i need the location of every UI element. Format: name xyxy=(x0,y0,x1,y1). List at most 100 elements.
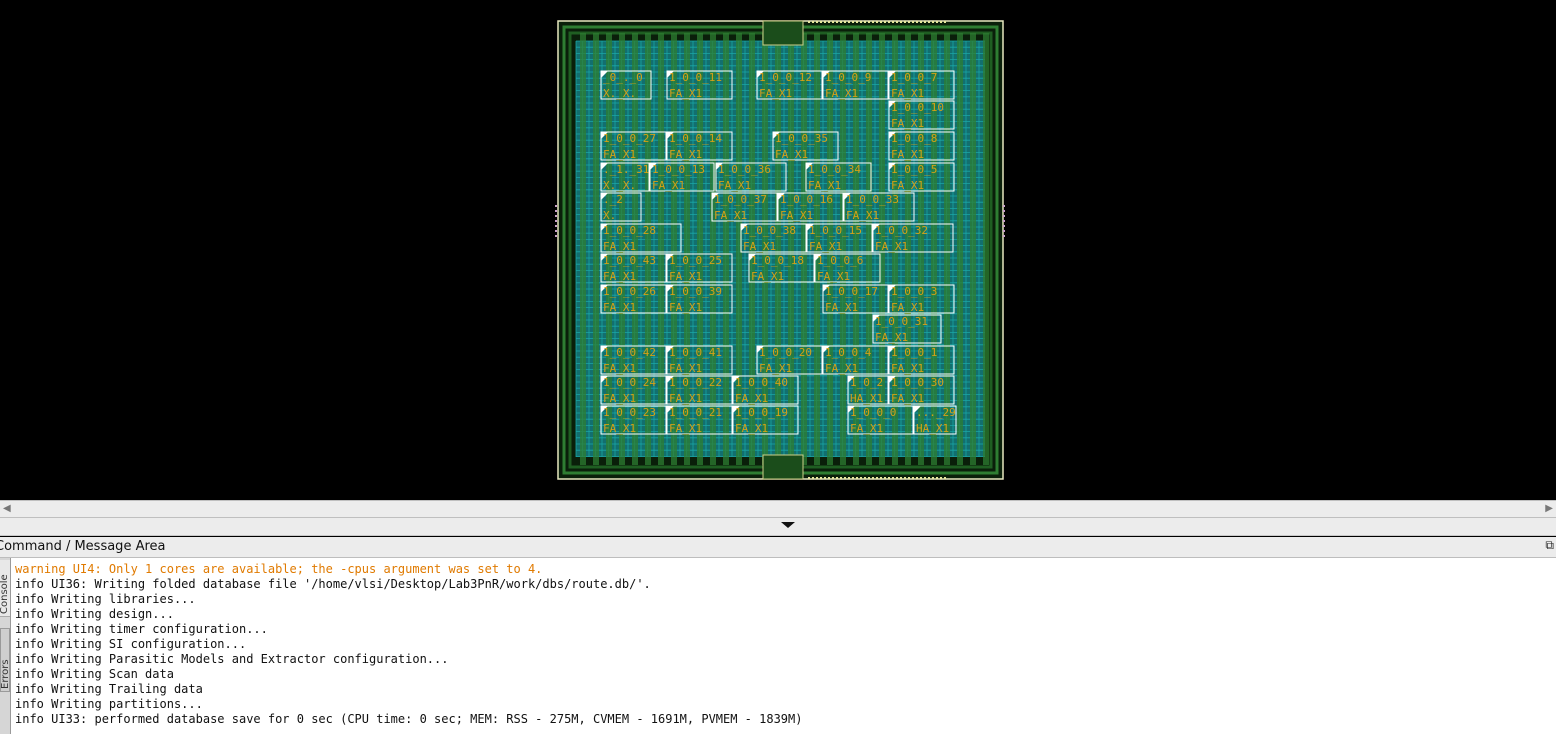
cell-instance-name: 1_0_0_0 xyxy=(850,406,896,419)
cell-type-label: X._X. xyxy=(603,179,636,192)
cell-instance-name: 1_0_0_30 xyxy=(891,376,944,389)
cell-type-label: FA_X1 xyxy=(825,362,858,375)
cell-type-label: FA_X1 xyxy=(603,240,636,253)
layout-view-svg[interactable]: _0_._0X._X.1_0_0_11FA_X11_0_0_12FA_X11_0… xyxy=(0,0,1556,500)
message-line: info Writing libraries... xyxy=(15,592,196,606)
cell-instance-name: 1_0_0_4 xyxy=(825,346,872,359)
cell-type-label: FA_X1 xyxy=(759,362,792,375)
side-tab-console[interactable]: Console xyxy=(0,560,10,617)
message-line: info Writing design... xyxy=(15,607,174,621)
cell-type-label: FA_X1 xyxy=(850,422,883,435)
cell-type-label: FA_X1 xyxy=(718,179,751,192)
cell-instance-name: 1_0_0_17 xyxy=(825,285,878,298)
cell-type-label: X. xyxy=(603,209,616,222)
cell-instance-name: 1_0_0_28 xyxy=(603,224,656,237)
cell-type-label: FA_X1 xyxy=(669,392,702,405)
cell-instance-name: 1_0_0_1 xyxy=(891,346,937,359)
cell-instance-name: 1_0_0_37 xyxy=(714,193,767,206)
power-stripe xyxy=(645,33,651,465)
message-line: warning UI4: Only 1 cores are available;… xyxy=(15,562,543,576)
cell-type-label: FA_X1 xyxy=(603,301,636,314)
collapse-triangle-icon[interactable] xyxy=(781,522,795,528)
cell-instance-name: 1_0_0_33 xyxy=(846,193,899,206)
cell-instance-name: 1_0_0_11 xyxy=(669,71,722,84)
cell-type-label: FA_X1 xyxy=(891,179,924,192)
cell-type-label: FA_X1 xyxy=(775,148,808,161)
cell-type-label: FA_X1 xyxy=(669,270,702,283)
cell-instance-name: 1_0_0_31 xyxy=(875,315,928,328)
power-stripe xyxy=(723,33,729,465)
cell-type-label: FA_X1 xyxy=(875,331,908,344)
bottom-pin-block xyxy=(762,454,804,480)
cell-type-label: FA_X1 xyxy=(603,422,636,435)
message-area[interactable]: warning UI4: Only 1 cores are available;… xyxy=(11,558,1556,734)
cell-instance-name: 1_0_0_13 xyxy=(652,163,705,176)
cell-type-label: FA_X1 xyxy=(669,422,702,435)
cell-type-label: X._X. xyxy=(603,87,636,100)
cell-instance-name: 1_0_0_27 xyxy=(603,132,656,145)
cell-type-label: FA_X1 xyxy=(809,240,842,253)
cell-instance-name: _0_._0 xyxy=(603,71,643,84)
cell-type-label: FA_X1 xyxy=(825,87,858,100)
side-tab-console-label: Console xyxy=(0,574,10,614)
message-list: warning UI4: Only 1 cores are available;… xyxy=(15,562,1556,727)
cell-instance-name: 1_0_0_22 xyxy=(669,376,722,389)
cell-type-label: FA_X1 xyxy=(714,209,747,222)
cell-type-label: FA_X1 xyxy=(603,270,636,283)
undock-icon[interactable]: ⧉ xyxy=(1545,538,1554,553)
cell-instance-name: 1_0_0_25 xyxy=(669,254,722,267)
power-stripe xyxy=(983,33,989,465)
cell-instance-name: ..._29 xyxy=(916,406,956,419)
cell-type-label: FA_X1 xyxy=(817,270,850,283)
layout-canvas[interactable]: _0_._0 X._X. 1_0_0_11 FA_X1 1_0_0_12 FA_X1 1_0… xyxy=(0,0,1556,500)
cell-type-label: FA_X1 xyxy=(759,87,792,100)
cell-instance-name: 1_0_0_14 xyxy=(669,132,722,145)
power-stripe xyxy=(957,33,963,465)
cell-type-label: FA_X1 xyxy=(891,148,924,161)
message-line: info UI36: Writing folded database file … xyxy=(15,577,651,591)
cell-instance-name: ._2 xyxy=(603,193,623,206)
cell-instance-name: 1_0_0_39 xyxy=(669,285,722,298)
cell-instance-name: 1_0_0_23 xyxy=(603,406,656,419)
scroll-left-icon[interactable]: ◀ xyxy=(3,503,11,514)
message-line: info Writing Trailing data xyxy=(15,682,203,696)
cell-type-label: FA_X1 xyxy=(808,179,841,192)
cell-type-label: FA_X1 xyxy=(891,392,924,405)
cell-instance-name: 1_0_0_19 xyxy=(735,406,788,419)
top-pin-block xyxy=(762,20,804,46)
cell-type-label: FA_X1 xyxy=(891,117,924,130)
cell-type-label: FA_X1 xyxy=(735,392,768,405)
panel-splitter[interactable] xyxy=(0,518,1556,536)
cell-instance-name: 1_0_0_9 xyxy=(825,71,871,84)
cell-instance-name: 1_0_0_38 xyxy=(743,224,796,237)
horizontal-scrollbar[interactable]: ◀ ▶ xyxy=(0,500,1556,518)
side-tab-errors[interactable]: Errors xyxy=(0,628,10,692)
cell-type-label: FA_X1 xyxy=(735,422,768,435)
cell-instance-name: 1_0_0_7 xyxy=(891,71,937,84)
cell-type-label: FA_X1 xyxy=(891,87,924,100)
cell-instance-name: 1_0_0_5 xyxy=(891,163,937,176)
message-line: info Writing SI configuration... xyxy=(15,637,247,651)
cell-instance-name: 1_0_0_10 xyxy=(891,101,944,114)
cell-instance-name: 1_0_0_18 xyxy=(751,254,804,267)
cell-instance-name: 1_0_0_35 xyxy=(775,132,828,145)
cell-instance-name: 1_0_0_12 xyxy=(759,71,812,84)
scroll-right-icon[interactable]: ▶ xyxy=(1545,503,1553,514)
power-stripe xyxy=(970,33,976,465)
cell-type-label: FA_X1 xyxy=(669,148,702,161)
panel-title: Command / Message Area xyxy=(0,539,166,554)
side-tab-errors-label: Errors xyxy=(0,659,11,689)
message-line: info Writing Parasitic Models and Extrac… xyxy=(15,652,449,666)
cell-instance-name: 1_0_0_6 xyxy=(817,254,863,267)
cell-instance-name: 1_0_0_32 xyxy=(875,224,928,237)
cell-instance-name: 1_0_0_36 xyxy=(718,163,771,176)
cell-instance-name: 1_0_0_34 xyxy=(808,163,861,176)
power-stripe xyxy=(580,33,586,465)
cell-type-label: FA_X1 xyxy=(751,270,784,283)
cell-instance-name: 1_0_0_3 xyxy=(891,285,937,298)
cell-instance-name: 1_0_0_15 xyxy=(809,224,862,237)
cell-type-label: FA_X1 xyxy=(825,301,858,314)
power-stripe xyxy=(710,33,716,465)
cell-instance-name: 1_0_0_24 xyxy=(603,376,656,389)
cell-type-label: HA_X1 xyxy=(850,392,883,405)
